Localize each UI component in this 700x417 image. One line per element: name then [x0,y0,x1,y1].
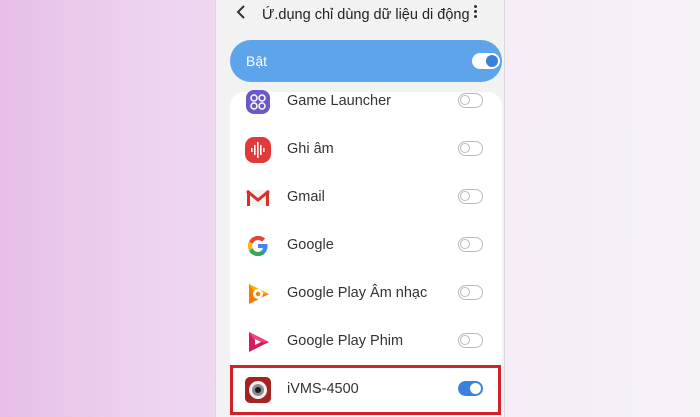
app-name: Google [287,237,334,253]
list-item-google-play-movies[interactable]: Google Play Phim [230,318,502,366]
app-toggle[interactable] [458,333,483,348]
gmail-icon [244,184,272,212]
list-item-gmail[interactable]: Gmail [230,174,502,222]
app-name: Game Launcher [287,93,391,109]
list-item-google-play-music[interactable]: Google Play Âm nhạc [230,270,502,318]
app-toggle[interactable] [458,189,483,204]
app-name: Gmail [287,189,325,205]
voice-recorder-icon [244,136,272,164]
chevron-left-icon [236,5,245,19]
google-play-music-icon [244,280,272,308]
top-bar: Ứ.dụng chỉ dùng dữ liệu di động [216,0,504,32]
game-launcher-icon [244,88,272,116]
master-toggle-switch[interactable] [472,53,500,69]
app-name: Google Play Âm nhạc [287,285,428,301]
back-button[interactable] [236,3,246,25]
page-title: Ứ.dụng chỉ dùng dữ liệu di động [262,7,470,23]
app-toggle[interactable] [458,237,483,252]
list-item-ghi-am[interactable]: Ghi âm [230,126,502,174]
app-toggle[interactable] [458,285,483,300]
app-name: Google Play Phim [287,333,404,349]
google-icon [244,232,272,260]
list-item-google[interactable]: Google [230,222,502,270]
app-toggle[interactable] [458,93,483,108]
app-name: Ghi âm [287,141,334,157]
master-toggle-label: Bật [246,53,268,69]
more-options-button[interactable] [474,5,478,21]
phone-screen: Ứ.dụng chỉ dùng dữ liệu di động Bật Game… [215,0,505,417]
google-play-movies-icon [244,328,272,356]
master-toggle-bar[interactable]: Bật [230,40,502,82]
highlight-box [230,365,501,415]
vertical-dots-icon [474,5,477,8]
list-item-game-launcher[interactable]: Game Launcher [230,78,502,126]
app-toggle[interactable] [458,141,483,156]
